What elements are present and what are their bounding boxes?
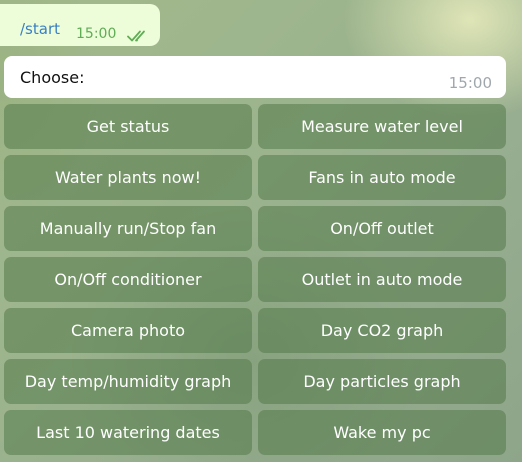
camera-photo-button[interactable]: Camera photo (4, 308, 252, 353)
get-status-button[interactable]: Get status (4, 104, 252, 149)
wake-pc-button[interactable]: Wake my pc (258, 410, 506, 455)
outlet-auto-mode-button[interactable]: Outlet in auto mode (258, 257, 506, 302)
incoming-message: Choose: 15:00 (4, 56, 506, 98)
measure-water-level-button[interactable]: Measure water level (258, 104, 506, 149)
fans-auto-mode-button[interactable]: Fans in auto mode (258, 155, 506, 200)
outgoing-message-time: 15:00 (76, 26, 117, 42)
water-plants-now-button[interactable]: Water plants now! (4, 155, 252, 200)
toggle-conditioner-button[interactable]: On/Off conditioner (4, 257, 252, 302)
last-watering-dates-button[interactable]: Last 10 watering dates (4, 410, 252, 455)
outgoing-message-text: /start (20, 20, 60, 38)
reply-keyboard: Get status Measure water level Water pla… (4, 104, 506, 455)
day-co2-graph-button[interactable]: Day CO2 graph (258, 308, 506, 353)
toggle-outlet-button[interactable]: On/Off outlet (258, 206, 506, 251)
incoming-message-time: 15:00 (448, 74, 492, 92)
day-particles-graph-button[interactable]: Day particles graph (258, 359, 506, 404)
day-temp-humidity-graph-button[interactable]: Day temp/humidity graph (4, 359, 252, 404)
double-check-icon (127, 30, 145, 42)
manual-fan-button[interactable]: Manually run/Stop fan (4, 206, 252, 251)
outgoing-message: /start 15:00 (0, 4, 160, 46)
incoming-message-text: Choose: (20, 68, 85, 87)
